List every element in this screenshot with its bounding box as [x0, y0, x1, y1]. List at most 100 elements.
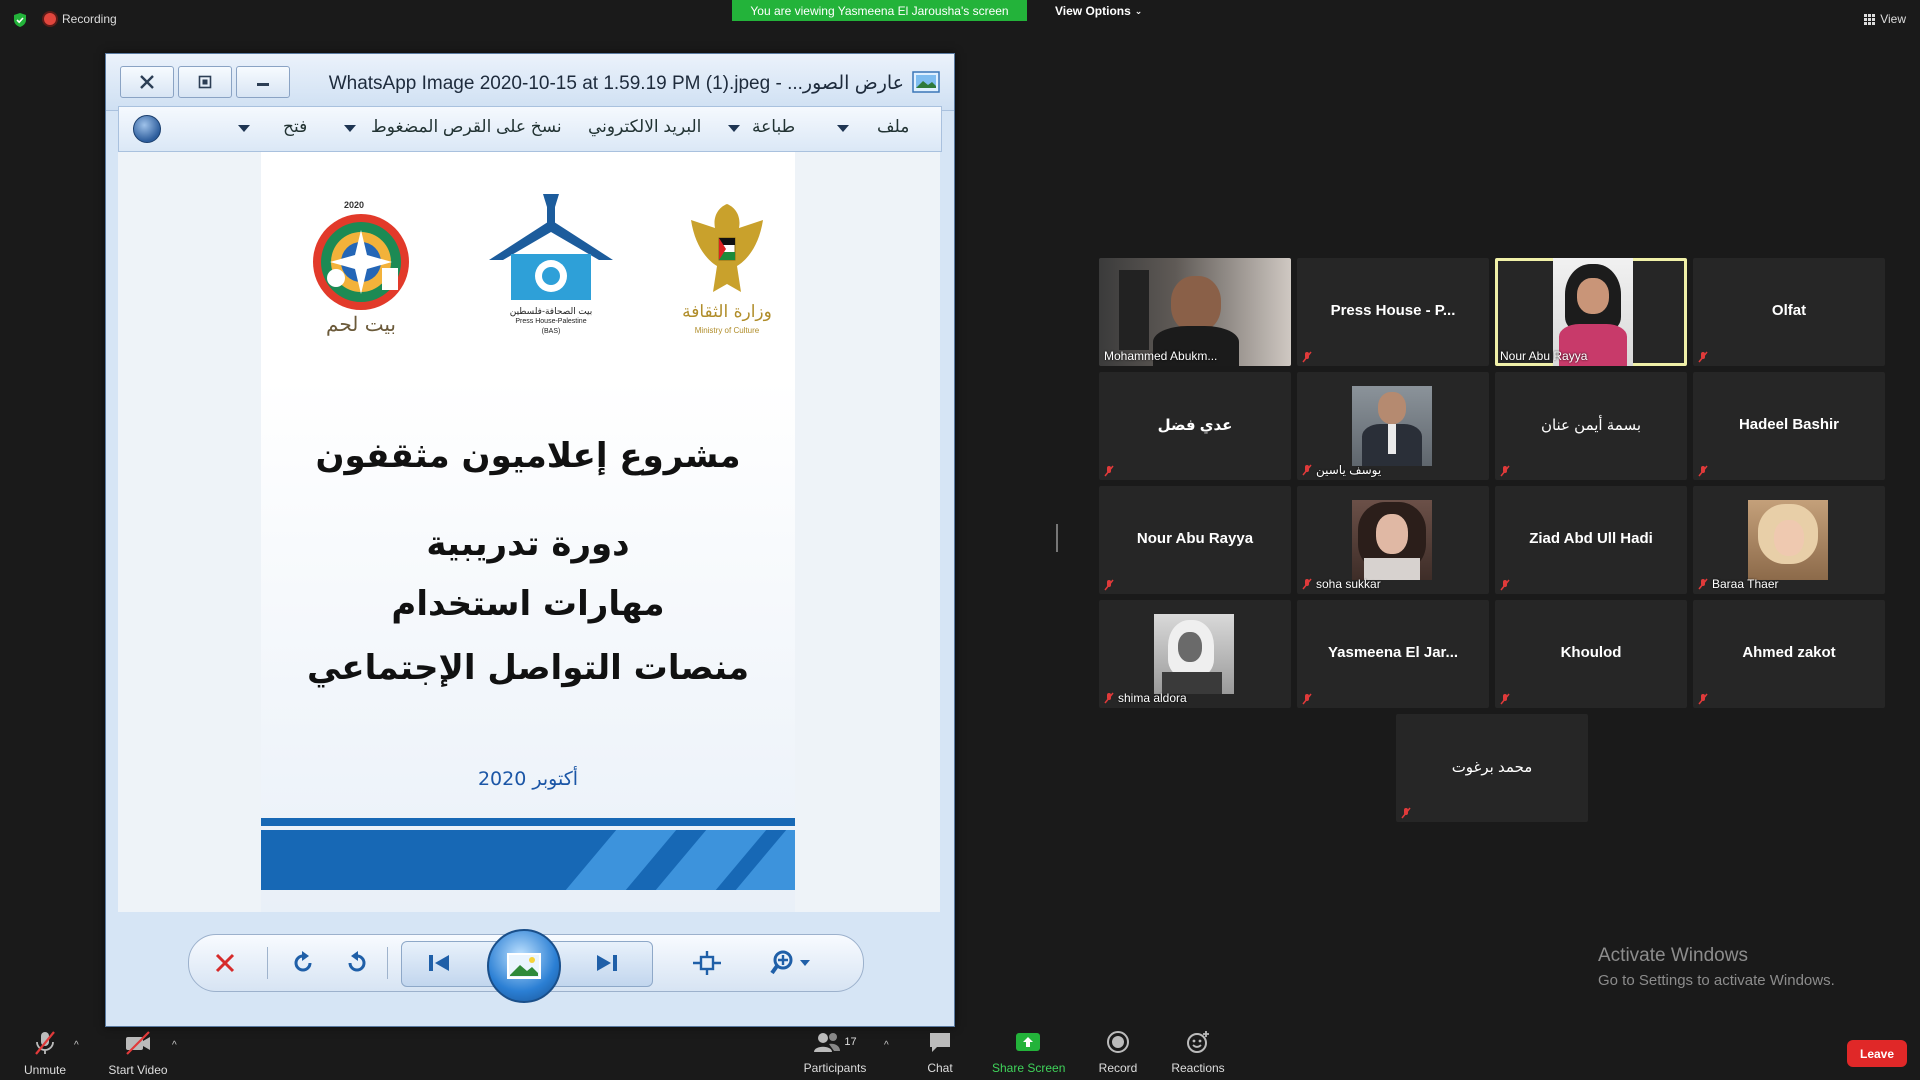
splitter-handle[interactable] [1056, 524, 1058, 552]
participant-name-label [1104, 465, 1114, 477]
delete-x-icon [215, 953, 235, 973]
menu-print[interactable]: طباعة [752, 117, 795, 137]
unmute-button[interactable]: Unmute [22, 1030, 68, 1077]
chat-button[interactable]: Chat [924, 1030, 956, 1075]
video-options-caret-icon[interactable]: ^ [172, 1040, 177, 1051]
participant-count: 17 [844, 1036, 857, 1048]
participant-tile[interactable]: Nour Abu Rayya [1099, 486, 1291, 594]
rotate-counterclockwise-button[interactable] [341, 947, 373, 979]
participant-name: Olfat [1771, 302, 1807, 319]
window-minimize-button[interactable] [236, 66, 290, 98]
participant-name: محمد برغوت [1451, 759, 1533, 776]
participant-tile[interactable]: Hadeel Bashir [1693, 372, 1885, 480]
active-speaker-tile[interactable]: Nour Abu Rayya [1495, 258, 1687, 366]
chat-icon [930, 1033, 950, 1052]
participant-tile[interactable]: Yasmeena El Jar... [1297, 600, 1489, 708]
rotate-counterclockwise-icon [348, 951, 366, 972]
file-dropdown-arrow-icon[interactable] [837, 125, 849, 132]
logo-right-en: Ministry of Culture [694, 326, 760, 335]
close-icon [140, 75, 154, 89]
participants-options-caret-icon[interactable]: ^ [884, 1040, 889, 1051]
profile-photo [1748, 500, 1828, 580]
face [1171, 276, 1221, 332]
muted-mic-icon [1104, 692, 1114, 704]
participant-name-label [1302, 693, 1312, 705]
leave-button[interactable]: Leave [1847, 1040, 1907, 1067]
maximize-icon [198, 75, 212, 89]
participant-name-label [1104, 579, 1114, 591]
record-button[interactable]: Record [1098, 1030, 1138, 1075]
press-house-emblem-icon [489, 194, 613, 300]
window-close-button[interactable] [120, 66, 174, 98]
grid-view-icon [1864, 13, 1876, 25]
delete-button[interactable] [209, 947, 241, 979]
participant-tile[interactable]: عدي فضل [1099, 372, 1291, 480]
actual-size-button[interactable] [691, 947, 723, 979]
participants-button[interactable]: 17 Participants [802, 1030, 868, 1075]
participant-tile[interactable]: Olfat [1693, 258, 1885, 366]
participant-tile[interactable]: Mohammed Abukm... [1099, 258, 1291, 366]
menu-open[interactable]: فتح [283, 117, 307, 137]
participant-tile[interactable]: Baraa Thaer [1693, 486, 1885, 594]
menu-burn[interactable]: نسخ على القرص المضغوط [371, 117, 562, 137]
participant-tile[interactable]: soha sukkar [1297, 486, 1489, 594]
previous-button[interactable] [423, 947, 455, 979]
participant-name: Press House - P... [1330, 302, 1456, 319]
participant-name: Nour Abu Rayya [1500, 349, 1588, 363]
face [1376, 514, 1408, 554]
participant-tile[interactable]: Press House - P... [1297, 258, 1489, 366]
participant-name-label: يوسف ياسين [1302, 463, 1381, 477]
muted-mic-icon [1698, 693, 1708, 705]
participants-icon [814, 1033, 841, 1052]
muted-mic-icon [1500, 579, 1510, 591]
profile-photo [1352, 386, 1432, 466]
participant-tile[interactable]: Ahmed zakot [1693, 600, 1885, 708]
view-layout-button[interactable]: View [1864, 12, 1906, 26]
zoom-button[interactable] [769, 947, 815, 979]
participant-name-label: Nour Abu Rayya [1500, 349, 1587, 363]
share-screen-label: Share Screen [992, 1061, 1066, 1075]
menu-file[interactable]: ملف [877, 117, 909, 137]
share-screen-button[interactable]: Share Screen [992, 1030, 1066, 1075]
participant-tile[interactable]: shima aldora [1099, 600, 1291, 708]
participant-tile[interactable]: بسمة أيمن عنان [1495, 372, 1687, 480]
security-shield-icon[interactable] [12, 12, 28, 28]
logo-center-ar: بيت الصحافة-فلسطين [509, 306, 593, 316]
recording-indicator[interactable]: Recording [44, 12, 117, 26]
divider [267, 947, 268, 979]
menu-email[interactable]: البريد الالكتروني [588, 117, 701, 137]
help-icon[interactable] [133, 115, 161, 143]
view-options-button[interactable]: View Options ⌄ [1045, 3, 1152, 19]
bethlehem-emblem-icon [313, 214, 409, 310]
minimize-icon [257, 83, 269, 86]
reactions-label: Reactions [1171, 1061, 1225, 1075]
participant-tile[interactable]: محمد برغوت [1396, 714, 1588, 822]
participant-name-label [1302, 351, 1312, 363]
participant-name-label [1698, 351, 1708, 363]
audio-options-caret-icon[interactable]: ^ [74, 1040, 79, 1051]
profile-photo [1154, 614, 1234, 694]
reactions-button[interactable]: Reactions [1170, 1030, 1226, 1075]
slideshow-button[interactable] [487, 929, 561, 1003]
open-dropdown-arrow-icon[interactable] [238, 125, 250, 132]
image-canvas: 2020 بيت لحم بيت الصحافة-فلسطين Press Ho… [118, 152, 940, 912]
rotate-clockwise-button[interactable] [287, 947, 319, 979]
print-dropdown-arrow-icon[interactable] [728, 125, 740, 132]
participant-name: Yasmeena El Jar... [1327, 644, 1459, 661]
burn-dropdown-arrow-icon[interactable] [344, 125, 356, 132]
photo-viewer-window: عارض الصور... - WhatsApp Image 2020-10-1… [105, 53, 955, 1027]
shirt [1388, 424, 1396, 454]
window-titlebar: عارض الصور... - WhatsApp Image 2020-10-1… [106, 54, 954, 111]
window-maximize-button[interactable] [178, 66, 232, 98]
participant-tile[interactable]: Khoulod [1495, 600, 1687, 708]
next-button[interactable] [591, 947, 623, 979]
document-heading: مشروع إعلاميون مثقفون [315, 436, 741, 476]
logo-left-text: بيت لحم [326, 312, 396, 336]
muted-mic-icon [1302, 351, 1312, 363]
participant-tile[interactable]: يوسف ياسين [1297, 372, 1489, 480]
participant-name: Mohammed Abukm... [1104, 349, 1218, 363]
view-options-label: View Options [1055, 4, 1131, 18]
participant-name-label: shima aldora [1104, 691, 1187, 705]
start-video-button[interactable]: Start Video [106, 1030, 170, 1077]
participant-tile[interactable]: Ziad Abd Ull Hadi [1495, 486, 1687, 594]
